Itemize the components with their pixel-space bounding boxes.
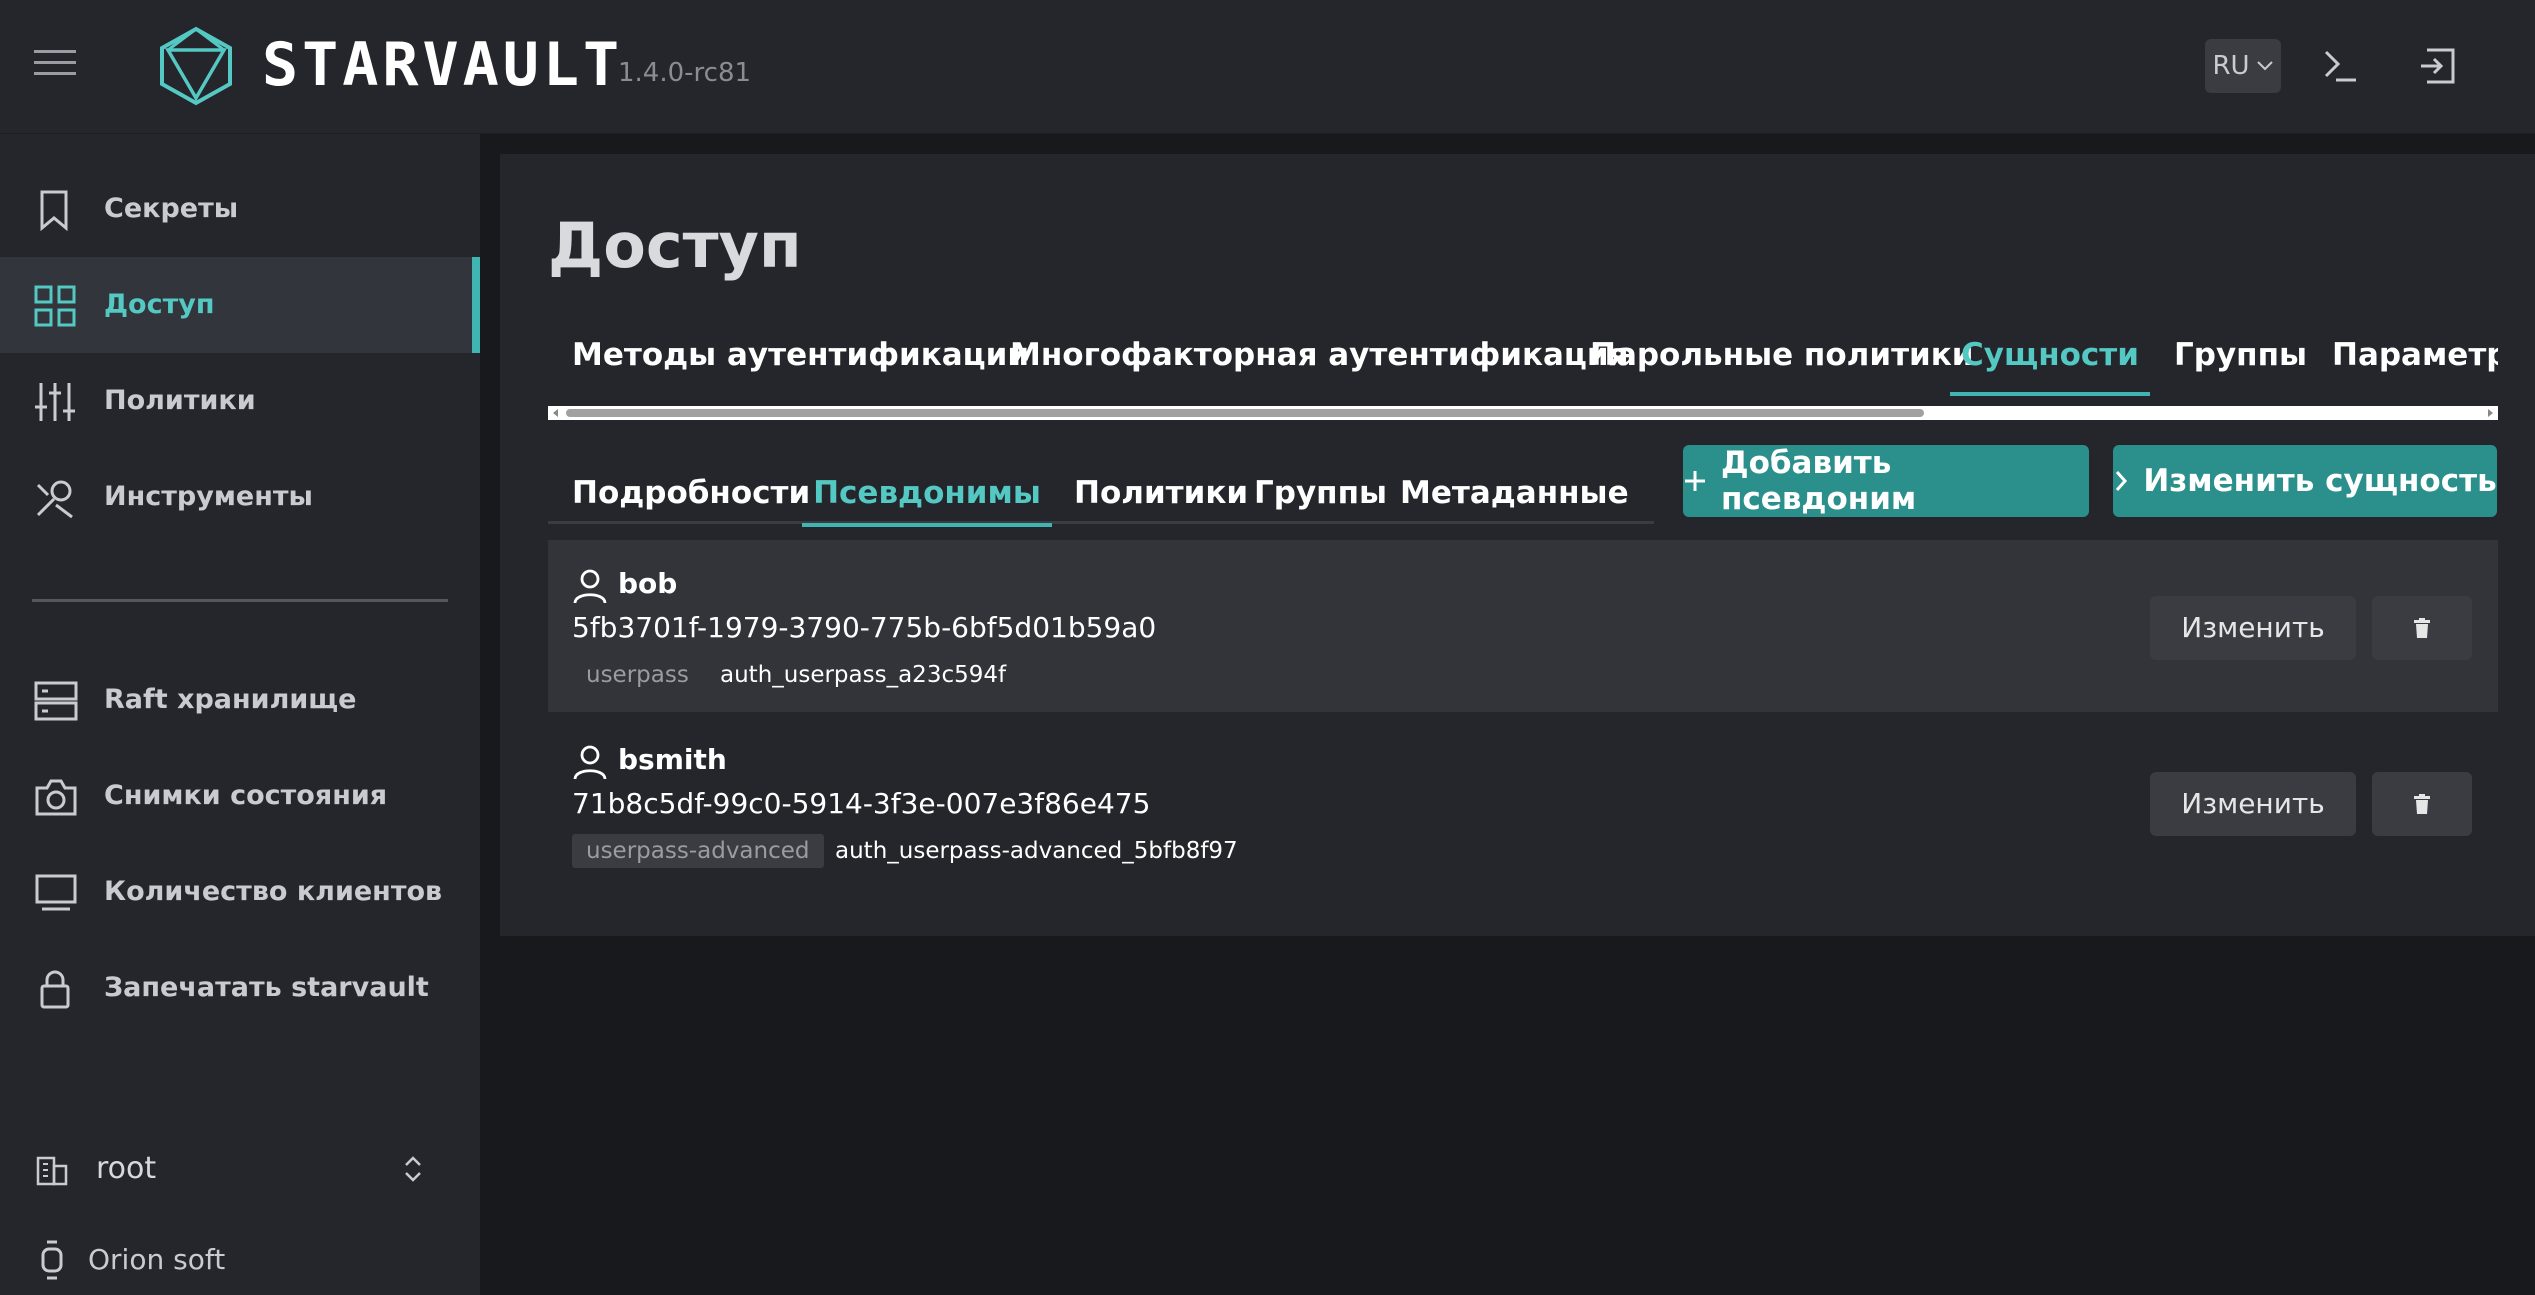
sidebar: Секреты Доступ Политики Инструменты Raft…: [0, 134, 480, 1295]
organization-info: Orion soft: [0, 1230, 480, 1290]
add-alias-label: Добавить псевдоним: [1721, 445, 1917, 517]
plus-icon: [1683, 469, 1707, 493]
lock-icon: [34, 968, 76, 1010]
hamburger-menu-icon[interactable]: [34, 48, 76, 78]
user-icon: [572, 744, 608, 780]
alias-row[interactable]: bob 5fb3701f-1979-3790-775b-6bf5d01b59a0…: [548, 540, 2498, 712]
sidebar-item-label: Raft хранилище: [104, 684, 357, 715]
mount-accessor: auth_userpass-advanced_5bfb8f97: [835, 838, 1238, 864]
sidebar-item-client-count[interactable]: Количество клиентов: [0, 844, 480, 940]
sidebar-item-label: Снимки состояния: [104, 780, 388, 811]
delete-alias-button[interactable]: [2372, 596, 2472, 660]
tabs-scrollbar[interactable]: [548, 406, 2498, 420]
entity-subtabs: Подробности Псевдонимы Политики Группы М…: [548, 442, 1654, 527]
starvault-logo-icon: [158, 26, 234, 106]
access-tabs: Методы аутентификации Многофакторная аут…: [548, 324, 2498, 396]
sidebar-item-snapshots[interactable]: Снимки состояния: [0, 748, 480, 844]
language-code: RU: [2212, 51, 2250, 81]
sidebar-item-seal[interactable]: Запечатать starvault: [0, 940, 480, 1036]
scroll-right-icon[interactable]: [2486, 409, 2494, 417]
tab-entities[interactable]: Сущности: [1950, 324, 2150, 396]
trash-icon: [2413, 618, 2431, 638]
tab-parameters[interactable]: Параметры: [2332, 324, 2498, 396]
alias-name: bob: [618, 567, 678, 600]
mount-type-badge: userpass: [586, 662, 689, 688]
brand-name: STARVAULT: [262, 30, 624, 100]
bookmark-icon: [34, 189, 74, 231]
sidebar-item-label: Запечатать starvault: [104, 972, 429, 1003]
sidebar-item-secrets[interactable]: Секреты: [0, 161, 480, 257]
chevron-right-icon: [2113, 469, 2129, 493]
sidebar-item-tools[interactable]: Инструменты: [0, 449, 480, 545]
alias-id: 5fb3701f-1979-3790-775b-6bf5d01b59a0: [572, 611, 1157, 644]
chevron-down-icon: [2256, 60, 2274, 72]
chevron-updown-icon: [402, 1154, 424, 1184]
sidebar-item-policies[interactable]: Политики: [0, 353, 480, 449]
edit-entity-label: Изменить сущность: [2143, 463, 2497, 499]
sidebar-divider: [32, 599, 448, 602]
terminal-icon[interactable]: [2322, 46, 2358, 86]
tools-icon: [34, 477, 76, 519]
camera-icon: [34, 776, 78, 818]
sidebar-item-raft-storage[interactable]: Raft хранилище: [0, 652, 480, 748]
add-alias-button[interactable]: Добавить псевдоним: [1683, 445, 2089, 517]
tab-auth-methods[interactable]: Методы аутентификации: [572, 324, 1029, 396]
subtab-details[interactable]: Подробности: [572, 442, 810, 524]
server-icon: [34, 680, 78, 722]
tab-groups[interactable]: Группы: [2174, 324, 2307, 396]
edit-alias-button[interactable]: Изменить: [2150, 596, 2356, 660]
delete-alias-button[interactable]: [2372, 772, 2472, 836]
user-icon: [572, 568, 608, 604]
edit-entity-button[interactable]: Изменить сущность: [2113, 445, 2497, 517]
tab-password-policies[interactable]: Парольные политики: [1590, 324, 1974, 396]
namespace-label: root: [96, 1151, 157, 1186]
sliders-icon: [34, 381, 76, 423]
mount-type-badge: userpass-advanced: [572, 834, 824, 868]
scrollbar-thumb[interactable]: [566, 409, 1924, 417]
alias-name: bsmith: [618, 743, 727, 776]
sidebar-item-access[interactable]: Доступ: [0, 257, 480, 353]
mount-accessor: auth_userpass_a23c594f: [720, 662, 1007, 688]
sidebar-item-label: Секреты: [104, 193, 239, 224]
main-panel: Доступ Методы аутентификации Многофактор…: [500, 154, 2535, 936]
trash-icon: [2413, 794, 2431, 814]
namespace-selector[interactable]: root: [0, 1134, 480, 1204]
sidebar-item-label: Инструменты: [104, 481, 313, 512]
edit-alias-button[interactable]: Изменить: [2150, 772, 2356, 836]
alias-row[interactable]: bsmith 71b8c5df-99c0-5914-3f3e-007e3f86e…: [548, 716, 2498, 888]
tab-mfa[interactable]: Многофакторная аутентификация: [1010, 324, 1629, 396]
page-title: Доступ: [548, 209, 802, 282]
scroll-left-icon[interactable]: [552, 409, 560, 417]
logout-icon[interactable]: [2419, 46, 2459, 86]
language-selector[interactable]: RU: [2205, 39, 2281, 93]
building-icon: [36, 1156, 70, 1186]
grid-icon: [34, 285, 76, 327]
subtab-aliases[interactable]: Псевдонимы: [802, 442, 1052, 527]
sidebar-item-label: Количество клиентов: [104, 876, 443, 907]
alias-id: 71b8c5df-99c0-5914-3f3e-007e3f86e475: [572, 787, 1151, 820]
subtab-groups[interactable]: Группы: [1254, 442, 1387, 524]
organization-name: Orion soft: [88, 1243, 226, 1276]
top-header: STARVAULT 1.4.0-rc81 RU: [0, 0, 2535, 134]
subtab-policies[interactable]: Политики: [1074, 442, 1248, 524]
sidebar-item-label: Политики: [104, 385, 256, 416]
watch-icon: [38, 1240, 66, 1280]
sidebar-item-label: Доступ: [104, 289, 215, 320]
version-label: 1.4.0-rc81: [618, 58, 752, 88]
monitor-icon: [34, 872, 78, 914]
subtab-metadata[interactable]: Метаданные: [1400, 442, 1629, 524]
